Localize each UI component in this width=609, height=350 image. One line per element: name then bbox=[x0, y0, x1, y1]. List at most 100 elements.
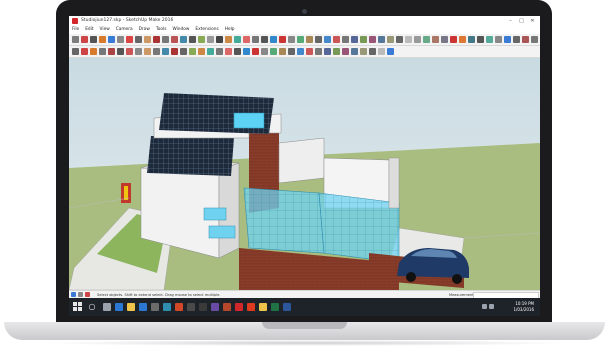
store-icon[interactable] bbox=[139, 303, 147, 311]
menu-edit[interactable]: Edit bbox=[82, 26, 96, 34]
entity-info-icon[interactable] bbox=[297, 48, 304, 55]
close-button[interactable]: ✕ bbox=[527, 16, 538, 26]
menu-help[interactable]: Help bbox=[222, 26, 238, 34]
help-status-icon[interactable] bbox=[85, 292, 90, 297]
zoom-tool-icon[interactable] bbox=[270, 36, 277, 43]
menu-view[interactable]: View bbox=[97, 26, 113, 34]
shaded-icon[interactable] bbox=[423, 36, 430, 43]
section-plane-icon[interactable] bbox=[324, 36, 331, 43]
wireframe-icon[interactable] bbox=[405, 36, 412, 43]
sun-icon[interactable] bbox=[378, 48, 385, 55]
line-tool-icon[interactable] bbox=[90, 36, 97, 43]
extension-warehouse-icon[interactable] bbox=[459, 36, 466, 43]
top-view-icon[interactable] bbox=[351, 36, 358, 43]
shaded-textures-icon[interactable] bbox=[432, 36, 439, 43]
add-detail-icon[interactable] bbox=[243, 48, 250, 55]
maximize-button[interactable]: □ bbox=[516, 16, 527, 26]
union-icon[interactable] bbox=[162, 48, 169, 55]
front-view-icon[interactable] bbox=[360, 36, 367, 43]
pie-icon[interactable] bbox=[108, 48, 115, 55]
from-scratch-icon[interactable] bbox=[207, 48, 214, 55]
photos-icon[interactable] bbox=[175, 303, 183, 311]
layer-icon[interactable] bbox=[270, 48, 277, 55]
menu-draw[interactable]: Draw bbox=[136, 26, 153, 34]
menu-extensions[interactable]: Extensions bbox=[192, 26, 221, 34]
layout-icon[interactable] bbox=[468, 36, 475, 43]
pencil-tool-icon[interactable] bbox=[99, 36, 106, 43]
dimension-tool-icon[interactable] bbox=[198, 36, 205, 43]
settings-icon[interactable] bbox=[187, 303, 195, 311]
tape-measure-icon[interactable] bbox=[189, 36, 196, 43]
hidden-line-icon[interactable] bbox=[414, 36, 421, 43]
three-point-arc-icon[interactable] bbox=[126, 48, 133, 55]
stamp-icon[interactable] bbox=[225, 48, 232, 55]
select-tool-icon[interactable] bbox=[72, 36, 79, 43]
previous-view-icon[interactable] bbox=[297, 36, 304, 43]
edge-browser-icon[interactable] bbox=[115, 303, 123, 311]
drape-icon[interactable] bbox=[234, 48, 241, 55]
model-info-icon[interactable] bbox=[342, 48, 349, 55]
layers-panel-icon[interactable] bbox=[360, 48, 367, 55]
trim-icon[interactable] bbox=[180, 48, 187, 55]
outer-shell-icon[interactable] bbox=[153, 48, 160, 55]
volume-icon[interactable] bbox=[489, 304, 494, 309]
styles-icon[interactable] bbox=[531, 36, 538, 43]
arc-tool-icon[interactable] bbox=[126, 36, 133, 43]
scale-tool-icon[interactable] bbox=[171, 36, 178, 43]
outliner-icon[interactable] bbox=[288, 48, 295, 55]
photo-match-icon[interactable] bbox=[324, 48, 331, 55]
from-contours-icon[interactable] bbox=[198, 48, 205, 55]
excel-icon[interactable] bbox=[271, 303, 279, 311]
menu-window[interactable]: Window bbox=[169, 26, 192, 34]
search-icon[interactable]: ○ bbox=[87, 302, 97, 312]
push-pull-tool-icon[interactable] bbox=[144, 36, 151, 43]
terminal-icon[interactable] bbox=[199, 303, 207, 311]
zoom-extents-icon[interactable] bbox=[288, 36, 295, 43]
make-component-icon[interactable] bbox=[81, 48, 88, 55]
onenote-icon[interactable] bbox=[211, 303, 219, 311]
menu-file[interactable]: File bbox=[69, 26, 82, 34]
menu-camera[interactable]: Camera bbox=[113, 26, 136, 34]
walk-tool-icon[interactable] bbox=[306, 36, 313, 43]
sandbox-icon[interactable] bbox=[513, 36, 520, 43]
rotated-rectangle-icon[interactable] bbox=[135, 48, 142, 55]
sky-icon[interactable] bbox=[387, 48, 394, 55]
app-red-icon[interactable] bbox=[247, 303, 255, 311]
components-icon[interactable] bbox=[522, 36, 529, 43]
solid-tools-icon[interactable] bbox=[261, 48, 268, 55]
dynamic-components-icon[interactable] bbox=[369, 48, 376, 55]
calendar-icon[interactable] bbox=[163, 303, 171, 311]
text-tool-icon[interactable] bbox=[216, 36, 223, 43]
file-explorer-icon[interactable] bbox=[127, 303, 135, 311]
materials-icon[interactable] bbox=[306, 48, 313, 55]
offset-tool-icon[interactable] bbox=[180, 36, 187, 43]
circle-tool-icon[interactable] bbox=[117, 36, 124, 43]
back-view-icon[interactable] bbox=[378, 36, 385, 43]
rotate-tool-icon[interactable] bbox=[153, 36, 160, 43]
eraser-tool-icon[interactable] bbox=[81, 36, 88, 43]
app-yellow-icon[interactable] bbox=[259, 303, 267, 311]
protractor-tool-icon[interactable] bbox=[207, 36, 214, 43]
polygon-icon[interactable] bbox=[99, 48, 106, 55]
arrow-select-icon[interactable] bbox=[72, 48, 79, 55]
paint-bucket-icon[interactable] bbox=[243, 36, 250, 43]
move-tool-icon[interactable] bbox=[135, 36, 142, 43]
fog-icon[interactable] bbox=[504, 36, 511, 43]
3d-text-icon[interactable] bbox=[234, 36, 241, 43]
subtract-icon[interactable] bbox=[171, 48, 178, 55]
word-icon[interactable] bbox=[283, 303, 291, 311]
split-icon[interactable] bbox=[189, 48, 196, 55]
powerpoint-icon[interactable] bbox=[223, 303, 231, 311]
windows-start-icon[interactable] bbox=[73, 302, 82, 311]
right-view-icon[interactable] bbox=[369, 36, 376, 43]
clock-date[interactable]: 1/03/2016 bbox=[513, 307, 534, 313]
geo-location-status-icon[interactable] bbox=[71, 292, 76, 297]
network-icon[interactable] bbox=[482, 304, 487, 309]
mail-icon[interactable] bbox=[151, 303, 159, 311]
credits-status-icon[interactable] bbox=[78, 292, 83, 297]
look-around-icon[interactable] bbox=[315, 36, 322, 43]
instructor-icon[interactable] bbox=[333, 48, 340, 55]
monochrome-icon[interactable] bbox=[441, 36, 448, 43]
xray-icon[interactable] bbox=[396, 36, 403, 43]
zoom-window-icon[interactable] bbox=[279, 36, 286, 43]
